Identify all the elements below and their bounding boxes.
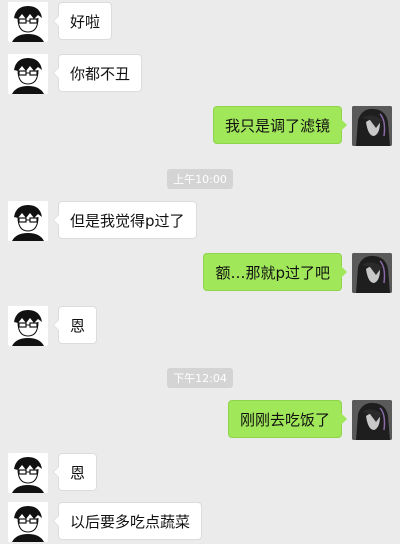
message-row: 恩 [0, 304, 400, 348]
timestamp-label: 上午10:00 [167, 169, 233, 189]
contact-avatar[interactable] [8, 54, 48, 94]
contact-avatar[interactable] [8, 306, 48, 346]
contact-avatar[interactable] [8, 502, 48, 542]
message-row: 以后要多吃点蔬菜 [0, 500, 400, 544]
boy-avatar-icon [8, 54, 48, 94]
girl-avatar-icon [352, 400, 392, 440]
boy-avatar-icon [8, 502, 48, 542]
message-row: 好啦 [0, 0, 400, 44]
girl-avatar-icon [352, 253, 392, 293]
contact-avatar[interactable] [8, 201, 48, 241]
message-bubble[interactable]: 好啦 [52, 2, 113, 40]
message-bubble[interactable]: 额…那就p过了吧 [203, 253, 347, 291]
contact-avatar[interactable] [8, 453, 48, 493]
boy-avatar-icon [8, 201, 48, 241]
girl-avatar-icon [352, 106, 392, 146]
time-separator: 下午12:04 [0, 368, 400, 388]
message-bubble[interactable]: 以后要多吃点蔬菜 [52, 502, 203, 540]
time-separator: 上午10:00 [0, 169, 400, 189]
message-bubble[interactable]: 刚刚去吃饭了 [227, 400, 348, 438]
message-bubble[interactable]: 恩 [52, 453, 98, 491]
my-avatar[interactable] [352, 106, 392, 146]
message-row: 刚刚去吃饭了 [0, 398, 400, 442]
message-bubble[interactable]: 但是我觉得p过了 [53, 201, 197, 239]
boy-avatar-icon [8, 453, 48, 493]
my-avatar[interactable] [352, 400, 392, 440]
message-bubble[interactable]: 我只是调了滤镜 [212, 106, 348, 144]
message-row: 我只是调了滤镜 [0, 104, 400, 148]
message-row: 但是我觉得p过了 [0, 199, 400, 243]
message-bubble[interactable]: 恩 [52, 306, 98, 344]
message-row: 恩 [0, 451, 400, 495]
message-row: 额…那就p过了吧 [0, 251, 400, 295]
my-avatar[interactable] [352, 253, 392, 293]
message-bubble[interactable]: 你都不丑 [52, 54, 143, 92]
message-row: 你都不丑 [0, 52, 400, 96]
contact-avatar[interactable] [8, 2, 48, 42]
timestamp-label: 下午12:04 [167, 368, 233, 388]
boy-avatar-icon [8, 2, 48, 42]
boy-avatar-icon [8, 306, 48, 346]
